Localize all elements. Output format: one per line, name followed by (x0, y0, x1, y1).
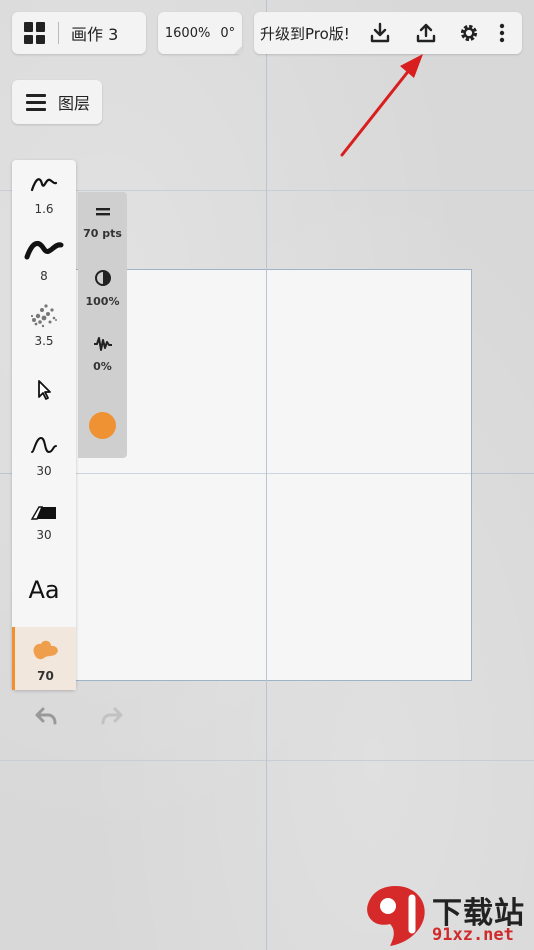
layers-icon (26, 93, 46, 111)
menu-bar: 画作 3 (12, 12, 146, 54)
tool-select-pointer[interactable] (12, 378, 76, 406)
guide-line (266, 0, 267, 950)
smudge-curve-icon (31, 436, 57, 454)
pointer-icon (38, 380, 51, 400)
tool-fill-blob[interactable]: 70 (12, 627, 76, 690)
divider (58, 22, 59, 44)
guide-line (0, 760, 534, 761)
tool-eraser[interactable]: 30 (12, 502, 76, 542)
guide-line (0, 190, 534, 191)
undo-icon[interactable] (34, 706, 58, 726)
tool-smudge-curve[interactable]: 30 (12, 432, 76, 478)
brush-opacity-control[interactable]: 100% (78, 269, 127, 308)
zoom-indicator[interactable]: 1600% 0° (158, 12, 242, 54)
layers-label: 图层 (58, 94, 91, 113)
watermark-logo (367, 886, 425, 946)
watermark-url: 91xz.net (432, 925, 514, 945)
color-swatch[interactable] (89, 412, 116, 439)
action-bar: 升级到Pro版! (254, 12, 522, 54)
brush-size-control[interactable]: 70 pts (78, 204, 127, 240)
zoom-level: 1600% (164, 25, 211, 41)
fill-blob-icon (33, 640, 58, 660)
layers-button[interactable]: 图层 (12, 80, 102, 124)
size-icon (95, 208, 110, 216)
spray-brush-icon (30, 304, 57, 328)
tool-spray-brush[interactable]: 3.5 (12, 298, 76, 348)
brush-jitter-control[interactable]: 0% (78, 336, 127, 373)
pencil-brush-icon (30, 178, 58, 192)
more-vertical-icon[interactable] (490, 21, 514, 45)
canvas-guide (66, 473, 471, 474)
upgrade-pro-button[interactable]: 升级到Pro版! (260, 23, 350, 44)
upload-icon[interactable] (414, 21, 438, 45)
brush-properties-panel: 70 pts 100% 0% (78, 192, 127, 458)
download-icon[interactable] (368, 21, 392, 45)
redo-icon[interactable] (100, 706, 124, 726)
opacity-icon (94, 270, 111, 286)
tool-panel: 1.6 8 3.5 30 30 Aa 70 (12, 160, 76, 690)
ink-brush-icon (24, 241, 64, 260)
document-title[interactable]: 画作 3 (71, 21, 118, 45)
text-tool-label: Aa (28, 576, 60, 604)
jitter-icon (93, 337, 112, 351)
tool-text[interactable]: Aa (12, 576, 76, 604)
eraser-icon (30, 506, 56, 520)
annotation-arrow (340, 54, 423, 157)
gear-icon[interactable] (457, 21, 481, 45)
tool-ink-brush[interactable]: 8 (12, 233, 76, 283)
rotation-angle: 0° (220, 25, 236, 41)
tool-pencil-brush[interactable]: 1.6 (12, 168, 76, 216)
grid-menu-icon[interactable] (24, 22, 46, 44)
